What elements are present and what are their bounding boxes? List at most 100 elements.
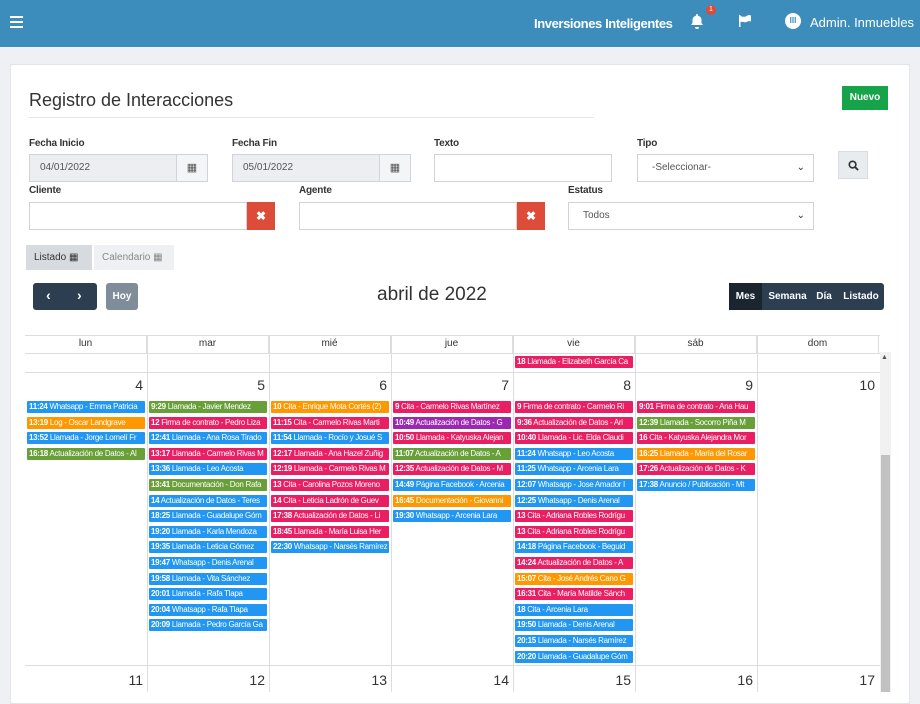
calendar-event[interactable]: 12:41 Llamada - Ana Rosa Tirado xyxy=(149,432,267,445)
calendar-event[interactable]: 22:30 Whatsapp - Narsés Ramírez xyxy=(271,541,389,554)
tab-calendario[interactable]: Calendario ▦ xyxy=(94,245,174,270)
day-header: mié xyxy=(269,335,391,353)
calendar-event[interactable]: 11:15 Cita - Carmelo Rivas Marti xyxy=(271,416,389,429)
texto-input[interactable] xyxy=(434,154,612,182)
calendar-event[interactable]: 13 Cita - Adriana Robles Rodrígu xyxy=(515,525,633,538)
calendar-event[interactable]: 16:18 Actualización de Datos - Al xyxy=(27,447,145,460)
calendar-event[interactable]: 16:45 Documentación - Giovanni xyxy=(393,494,511,507)
calendar-event[interactable]: 14 Cita - Leticia Ladrón de Guev xyxy=(271,494,389,507)
agente-label: Agente xyxy=(299,185,332,196)
calendar-event[interactable]: 13:52 Llamada - Jorge Lomelí Fr xyxy=(27,432,145,445)
calendar-event[interactable]: 10 Cita - Enrique Mota Cortés (2) xyxy=(271,401,389,413)
bell-icon[interactable] xyxy=(690,13,704,29)
calendar-event[interactable]: 19:20 Llamada - Karla Mendoza xyxy=(149,525,267,538)
calendar-event[interactable]: 10:50 Llamada - Katyuska Alejan xyxy=(393,432,511,445)
prev-button[interactable]: ‹ xyxy=(46,287,51,303)
calendar-event[interactable]: 10:49 Actualización de Datos - G xyxy=(393,416,511,429)
tab-listado[interactable]: Listado ▦ xyxy=(26,245,92,270)
calendar-event[interactable]: 13:17 Llamada - Carmelo Rivas M xyxy=(149,447,267,460)
calendar-event[interactable]: 13:36 Llamada - Leo Acosta xyxy=(149,463,267,476)
calendar-event[interactable]: 17:26 Actualización de Datos - K xyxy=(637,463,755,476)
calendar-event[interactable]: 16:31 Cita - María Matilde Sánch xyxy=(515,588,633,601)
view-month[interactable]: Mes xyxy=(729,283,762,310)
calendar-event[interactable]: 17:38 Anuncio / Publicación - Mt xyxy=(637,479,755,491)
scroll-up-icon[interactable]: ▲ xyxy=(881,354,888,361)
calendar-event[interactable]: 9 Cita - Carmelo Rivas Martínez xyxy=(393,401,511,413)
cliente-input[interactable] xyxy=(29,202,247,230)
user-name[interactable]: Admin. Inmuebles xyxy=(810,15,914,30)
calendar-event[interactable]: 19:35 Llamada - Leticia Gómez xyxy=(149,541,267,554)
calendar-event[interactable]: 17:38 Actualización de Datos - Li xyxy=(271,510,389,523)
calendar-event[interactable]: 19:50 Llamada - Denis Arenal xyxy=(515,619,633,632)
calendar-event[interactable]: 18:25 Llamada - Guadalupe Góm xyxy=(149,510,267,523)
calendar-event[interactable]: 9:29 Llamada - Javier Mendez xyxy=(149,401,267,413)
view-day[interactable]: Día xyxy=(813,283,835,310)
calendar-event[interactable]: 20:15 Llamada - Narsés Ramírez xyxy=(515,635,633,647)
calendar-event[interactable]: 14 Actualización de Datos - Teres xyxy=(149,494,267,507)
day-header: sáb xyxy=(635,335,757,353)
calendar-event[interactable]: 12 Firma de contrato - Pedro Liza xyxy=(149,416,267,429)
estatus-select[interactable]: Todos ⌄ xyxy=(568,202,814,230)
tipo-select[interactable]: -Seleccionar- ⌄ xyxy=(637,154,814,182)
calendar-event[interactable]: 15:07 Cita - José Andrés Cano G xyxy=(515,572,633,585)
calendar-event[interactable]: 18 Llamada - Elizabeth García Ca xyxy=(515,356,633,368)
calendar-event[interactable]: 11:25 Whatsapp - Arcenia Lara xyxy=(515,463,633,476)
day-number: 6 xyxy=(379,377,387,393)
today-button[interactable]: Hoy xyxy=(106,283,138,310)
fecha-fin-input[interactable]: 05/01/2022 xyxy=(232,154,380,182)
calendar-event[interactable]: 19:30 Whatsapp - Arcenia Lara xyxy=(393,510,511,523)
fecha-inicio-input[interactable]: 04/01/2022 xyxy=(29,154,177,182)
scrollbar-thumb[interactable] xyxy=(881,455,890,692)
search-button[interactable] xyxy=(838,151,868,179)
calendar-event[interactable]: 12:19 Llamada - Carmelo Rivas M xyxy=(271,463,389,476)
flag-icon[interactable] xyxy=(738,14,752,28)
view-list[interactable]: Listado xyxy=(841,283,881,310)
calendar-event[interactable]: 11:07 Actualización de Datos - A xyxy=(393,447,511,460)
calendar-event[interactable]: 20:09 Llamada - Pedro García Ga xyxy=(149,619,267,632)
calendar-event[interactable]: 20:20 Llamada - Guadalupe Góm xyxy=(515,650,633,663)
day-number: 15 xyxy=(615,672,631,688)
calendar-event[interactable]: 20:04 Whatsapp - Rafa Tlapa xyxy=(149,603,267,616)
day-number: 11 xyxy=(128,672,143,688)
calendar-event[interactable]: 19:47 Whatsapp - Denis Arenal xyxy=(149,557,267,569)
calendar-event[interactable]: 18:45 Llamada - María Luisa Her xyxy=(271,525,389,538)
view-week[interactable]: Semana xyxy=(766,283,809,310)
calendar-event[interactable]: 11:24 Whatsapp - Emma Patricia xyxy=(27,401,145,413)
calendar-event[interactable]: 13 Cita - Carolina Pozos Moreno xyxy=(271,479,389,491)
calendar-event[interactable]: 12:07 Whatsapp - Jose Amador I xyxy=(515,479,633,491)
calendar-event[interactable]: 20:01 Llamada - Rafa Tlapa xyxy=(149,588,267,601)
tipo-label: Tipo xyxy=(637,138,658,149)
calendar-event[interactable]: 9:01 Firma de contrato - Ana Hau xyxy=(637,401,755,413)
calendar-event[interactable]: 13:41 Documentación - Don Rafa xyxy=(149,479,267,491)
tab-listado-label: Listado xyxy=(34,252,67,263)
calendar-event[interactable]: 9 Firma de contrato - Carmelo Ri xyxy=(515,401,633,413)
view-switcher: Mes Semana Día Listado xyxy=(729,283,884,310)
calendar-event[interactable]: 11:24 Whatsapp - Leo Acosta xyxy=(515,447,633,460)
calendar-event[interactable]: 12:39 Llamada - Socorro Piña M xyxy=(637,416,755,429)
menu-icon[interactable] xyxy=(10,16,23,28)
clear-cliente-button[interactable]: ✖ xyxy=(247,202,275,230)
calendar-event[interactable]: 12:25 Whatsapp - Denis Arenal xyxy=(515,494,633,507)
clear-agente-button[interactable]: ✖ xyxy=(517,202,545,230)
calendar-icon[interactable]: ▦ xyxy=(176,154,208,182)
calendar-event[interactable]: 14:18 Página Facebook - Beguid xyxy=(515,541,633,554)
calendar-event[interactable]: 18 Cita - Arcenia Lara xyxy=(515,603,633,616)
calendar-event[interactable]: 12:17 Llamada - Ana Hazel Zuñig xyxy=(271,447,389,460)
calendar-event[interactable]: 12:35 Actualización de Datos - M xyxy=(393,463,511,476)
calendar-event[interactable]: 13 Cita - Adriana Robles Rodrígu xyxy=(515,510,633,523)
agente-input[interactable] xyxy=(299,202,517,230)
new-button[interactable]: Nuevo xyxy=(842,86,888,110)
calendar-event[interactable]: 11:54 Llamada - Rocío y Josué S xyxy=(271,432,389,445)
calendar-event[interactable]: 13:19 Log - Oscar Landgrave xyxy=(27,416,145,429)
brand-name[interactable]: Inversiones Inteligentes xyxy=(534,16,673,31)
calendar-event[interactable]: 10:40 Llamada - Lic. Elda Claudi xyxy=(515,432,633,445)
calendar-event[interactable]: 16:25 Llamada - María del Rosar xyxy=(637,447,755,460)
calendar-event[interactable]: 14:49 Página Facebook - Arcenia xyxy=(393,479,511,491)
next-button[interactable]: › xyxy=(77,287,82,303)
calendar-event[interactable]: 16 Cita - Katyuska Alejandra Mor xyxy=(637,432,755,445)
calendar-icon[interactable]: ▦ xyxy=(379,154,411,182)
calendar-event[interactable]: 14:24 Actualización de Datos - A xyxy=(515,557,633,569)
calendar-event[interactable]: 19:58 Llamada - Vita Sánchez xyxy=(149,572,267,585)
avatar[interactable]: III xyxy=(785,13,801,29)
calendar-event[interactable]: 9:36 Actualización de Datos - Ari xyxy=(515,416,633,429)
